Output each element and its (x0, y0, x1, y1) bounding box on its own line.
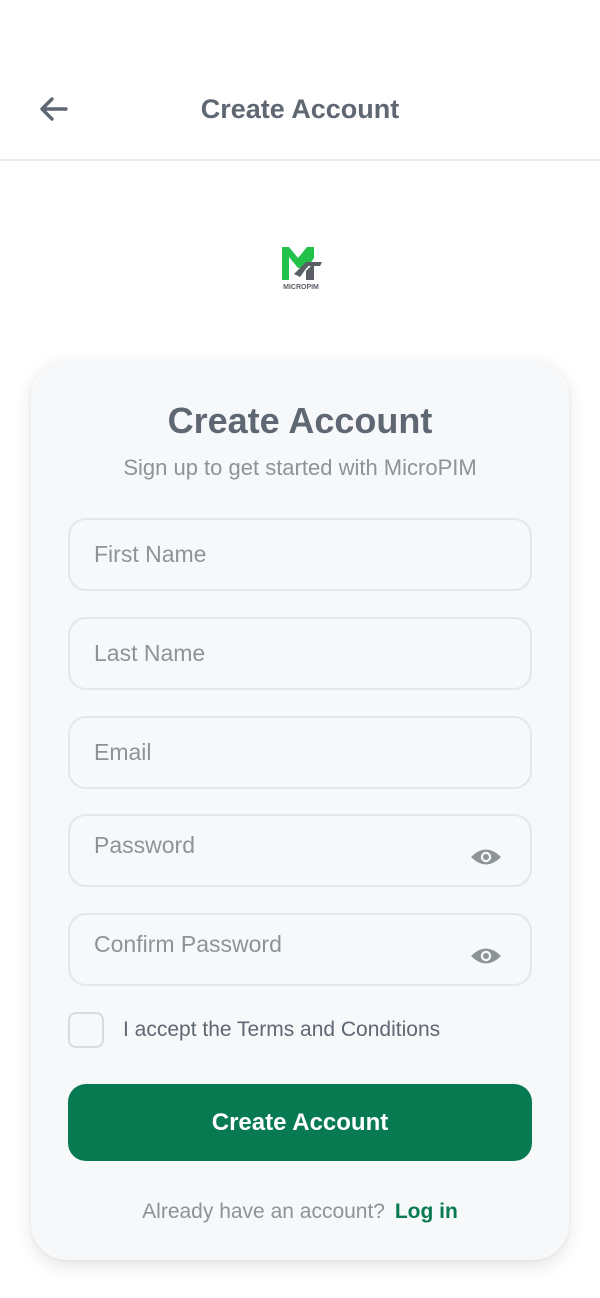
card-subtitle: Sign up to get started with MicroPIM (123, 455, 477, 480)
first-name-input[interactable] (70, 520, 530, 589)
last-name-field (68, 617, 532, 690)
terms-checkbox[interactable] (68, 1012, 104, 1048)
password-input[interactable] (70, 816, 530, 885)
terms-row: I accept the Terms and Conditions (68, 1011, 440, 1049)
eye-icon[interactable] (470, 846, 502, 868)
create-account-button[interactable]: Create Account (68, 1084, 532, 1161)
confirm-password-field (68, 913, 532, 986)
header-title: Create Account (200, 94, 400, 124)
login-prompt-row: Already have an account? Log in (31, 1200, 569, 1224)
signup-card: Create Account Sign up to get started wi… (31, 360, 569, 1260)
terms-label[interactable]: I accept the Terms and Conditions (123, 1018, 440, 1042)
card-title: Create Account (167, 400, 433, 441)
login-prompt-text: Already have an account? (142, 1200, 385, 1223)
password-field (68, 814, 532, 887)
confirm-password-input[interactable] (70, 915, 530, 984)
email-field (68, 716, 532, 789)
eye-icon[interactable] (470, 945, 502, 967)
login-link[interactable]: Log in (395, 1200, 458, 1223)
micropim-logo: MICROPIM (276, 244, 326, 292)
svg-text:MICROPIM: MICROPIM (283, 284, 319, 291)
email-input[interactable] (70, 718, 530, 787)
first-name-field (68, 518, 532, 591)
last-name-input[interactable] (70, 619, 530, 688)
app-header: Create Account (0, 0, 600, 161)
